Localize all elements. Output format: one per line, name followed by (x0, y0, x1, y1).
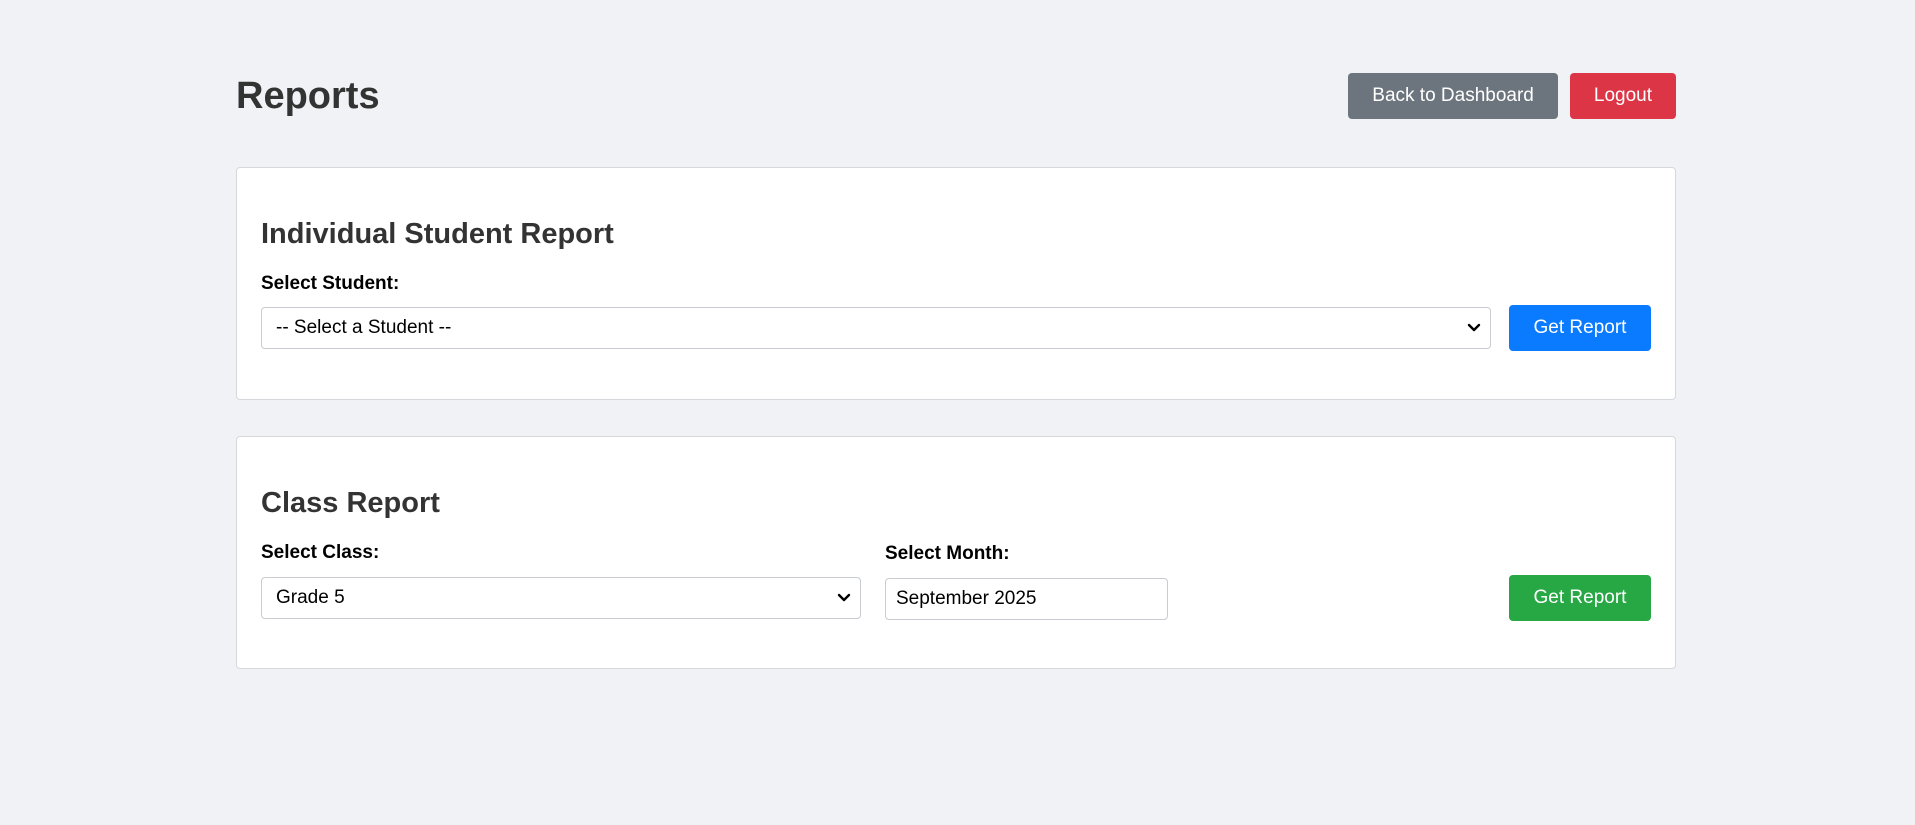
select-student-label: Select Student: (261, 273, 400, 294)
student-select[interactable]: -- Select a Student -- (261, 307, 1491, 349)
student-get-report-button[interactable]: Get Report (1509, 305, 1651, 351)
class-report-title: Class Report (261, 487, 440, 519)
student-select-value: -- Select a Student -- (276, 317, 452, 338)
back-to-dashboard-button[interactable]: Back to Dashboard (1348, 73, 1558, 119)
individual-student-report-card: Individual Student Report Select Student… (236, 167, 1676, 400)
page-header: Reports Back to Dashboard Logout (236, 0, 1676, 168)
logout-button[interactable]: Logout (1569, 73, 1676, 119)
month-input[interactable]: September 2025 (885, 578, 1168, 620)
chevron-down-icon (834, 578, 854, 618)
page-title: Reports (236, 75, 380, 117)
select-month-label: Select Month: (885, 543, 1010, 564)
select-class-label: Select Class: (261, 542, 380, 563)
class-report-card: Class Report Select Class: Grade 5 Selec… (236, 436, 1676, 669)
class-select[interactable]: Grade 5 (261, 577, 861, 619)
class-select-value: Grade 5 (276, 587, 345, 608)
reports-page: Reports Back to Dashboard Logout Individ… (236, 0, 1676, 669)
header-actions: Back to Dashboard Logout (1348, 73, 1676, 119)
student-report-title: Individual Student Report (261, 218, 614, 250)
class-get-report-button[interactable]: Get Report (1509, 575, 1651, 621)
chevron-down-icon (1464, 308, 1484, 348)
